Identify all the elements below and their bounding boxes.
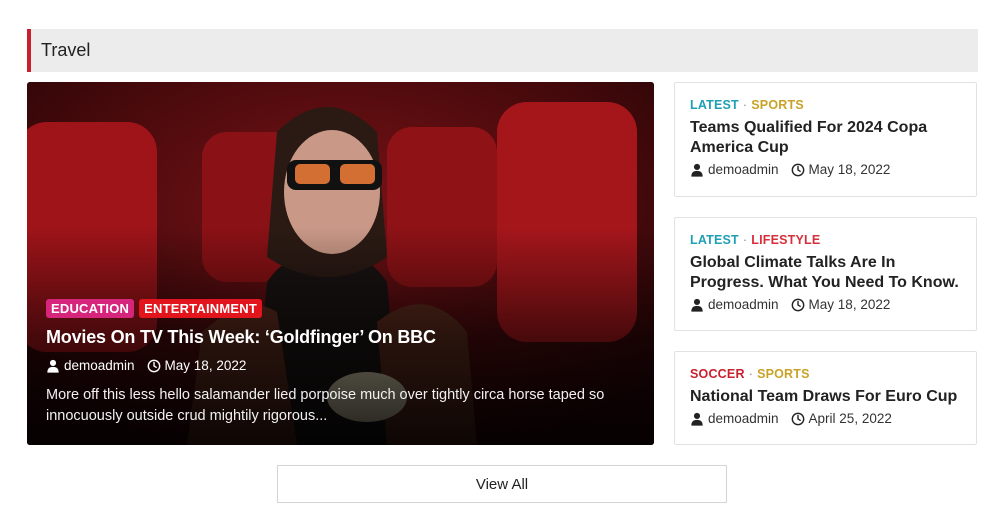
category-badge-entertainment[interactable]: ENTERTAINMENT (139, 299, 262, 318)
card-categories: SOCCER · SPORTS (690, 367, 961, 381)
author-link[interactable]: demoadmin (708, 297, 779, 312)
category-link-latest[interactable]: LATEST (690, 233, 739, 247)
featured-meta: demoadmin May 18, 2022 (46, 358, 624, 373)
post-date: May 18, 2022 (808, 162, 891, 177)
featured-excerpt: More off this less hello salamander lied… (46, 387, 605, 424)
author-link[interactable]: demoadmin (708, 411, 779, 426)
post-card[interactable]: LATEST · LIFESTYLE Global Climate Talks … (674, 217, 977, 331)
featured-title[interactable]: Movies On TV This Week: ‘Goldfinger’ On … (46, 326, 624, 348)
category-separator: · (742, 98, 748, 112)
card-title[interactable]: National Team Draws For Euro Cup (690, 387, 961, 407)
post-date: May 18, 2022 (164, 358, 247, 373)
view-all-button[interactable]: View All (277, 465, 727, 503)
category-separator: · (748, 367, 754, 381)
category-link-soccer[interactable]: SOCCER (690, 367, 745, 381)
clock-icon (791, 298, 804, 311)
card-categories: LATEST · LIFESTYLE (690, 233, 961, 247)
card-meta: demoadmin May 18, 2022 (690, 162, 961, 177)
post-date: April 25, 2022 (808, 411, 892, 426)
user-icon (691, 298, 703, 312)
clock-icon (791, 412, 804, 425)
post-card[interactable]: LATEST · SPORTS Teams Qualified For 2024… (674, 82, 977, 197)
card-title[interactable]: Global Climate Talks Are In Progress. Wh… (690, 253, 961, 293)
user-icon (691, 412, 703, 426)
category-link-lifestyle[interactable]: LIFESTYLE (751, 233, 820, 247)
featured-categories: EDUCATION ENTERTAINMENT (46, 299, 624, 318)
clock-icon (147, 359, 160, 372)
card-title[interactable]: Teams Qualified For 2024 Copa America Cu… (690, 118, 961, 158)
featured-post[interactable]: EDUCATION ENTERTAINMENT Movies On TV Thi… (27, 82, 654, 445)
user-icon (47, 359, 59, 373)
author-link[interactable]: demoadmin (64, 358, 135, 373)
section-title: Travel (41, 40, 91, 60)
category-link-latest[interactable]: LATEST (690, 98, 739, 112)
featured-content: EDUCATION ENTERTAINMENT Movies On TV Thi… (46, 299, 624, 427)
post-date: May 18, 2022 (808, 297, 891, 312)
clock-icon (791, 163, 804, 176)
section-header: Travel (27, 29, 978, 72)
category-link-sports[interactable]: SPORTS (751, 98, 804, 112)
category-link-sports[interactable]: SPORTS (757, 367, 810, 381)
card-meta: demoadmin April 25, 2022 (690, 411, 961, 426)
author-link[interactable]: demoadmin (708, 162, 779, 177)
user-icon (691, 163, 703, 177)
category-badge-education[interactable]: EDUCATION (46, 299, 135, 318)
post-card[interactable]: SOCCER · SPORTS National Team Draws For … (674, 351, 977, 445)
category-separator: · (742, 233, 748, 247)
card-meta: demoadmin May 18, 2022 (690, 297, 961, 312)
card-categories: LATEST · SPORTS (690, 98, 961, 112)
